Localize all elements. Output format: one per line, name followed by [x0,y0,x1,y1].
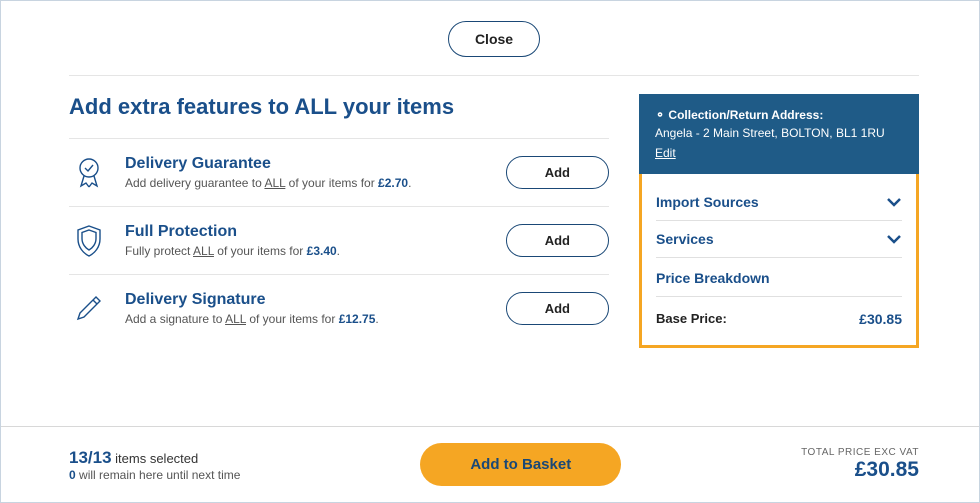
edit-address-link[interactable]: Edit [655,146,676,160]
items-selected-label: items selected [112,451,199,466]
address-box: ⚬ Collection/Return Address: Angela - 2 … [639,94,919,174]
accordion-services[interactable]: Services [656,221,902,258]
feature-delivery-signature: Delivery Signature Add a signature to AL… [69,274,609,342]
feature-desc: Fully protect ALL of your items for £3.4… [125,244,490,258]
feature-desc: Add a signature to ALL of your items for… [125,312,490,326]
feature-full-protection: Full Protection Fully protect ALL of you… [69,206,609,274]
feature-delivery-guarantee: Delivery Guarantee Add delivery guarante… [69,138,609,206]
feature-title: Delivery Signature [125,291,490,309]
total-value: £30.85 [801,458,919,482]
close-button[interactable]: Close [448,21,540,57]
feature-desc: Add delivery guarantee to ALL of your it… [125,176,490,190]
items-count: 13/13 [69,448,112,467]
base-price-label: Base Price: [656,311,727,327]
base-price-value: £30.85 [859,311,902,327]
price-breakdown-title: Price Breakdown [656,258,902,297]
chevron-down-icon [886,197,902,207]
page-title: Add extra features to ALL your items [69,94,609,120]
feature-title: Full Protection [125,223,490,241]
add-to-basket-button[interactable]: Add to Basket [420,443,621,486]
total-label: TOTAL PRICE EXC VAT [801,447,919,458]
add-guarantee-button[interactable]: Add [506,156,609,189]
base-price-row: Base Price: £30.85 [656,297,902,331]
address-title: Collection/Return Address: [668,108,823,122]
chevron-down-icon [886,234,902,244]
pen-icon [69,293,109,325]
pin-icon: ⚬ [655,108,665,122]
add-protection-button[interactable]: Add [506,224,609,257]
remain-text: will remain here until next time [76,468,241,482]
accordion-import-sources[interactable]: Import Sources [656,184,902,221]
footer-bar: 13/13 items selected 0 will remain here … [1,426,979,502]
price-breakdown-panel: Import Sources Services Price Breakdown [639,174,919,348]
guarantee-badge-icon [69,156,109,190]
add-signature-button[interactable]: Add [506,292,609,325]
shield-icon [69,224,109,258]
address-line: Angela - 2 Main Street, BOLTON, BL1 1RU [655,126,903,140]
remain-count: 0 [69,468,76,482]
feature-title: Delivery Guarantee [125,155,490,173]
